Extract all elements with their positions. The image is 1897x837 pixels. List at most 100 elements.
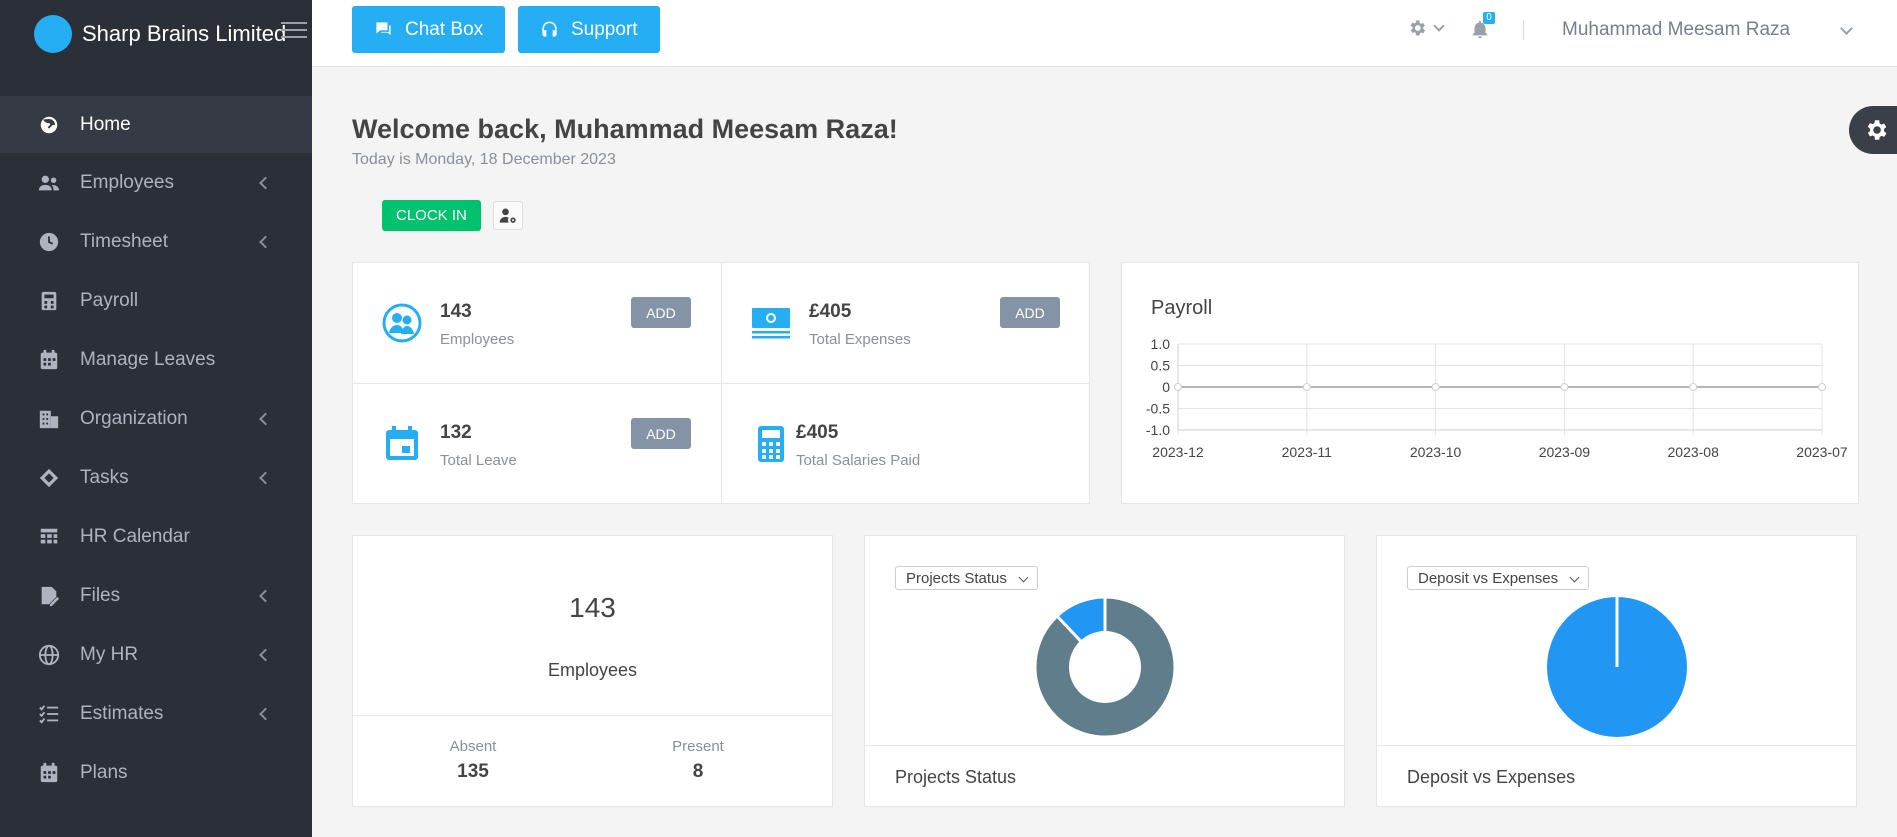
sidebar-item-my-hr[interactable]: My HR <box>0 625 312 684</box>
brand-name: Sharp Brains Limited <box>82 21 287 46</box>
chevron-left-icon <box>259 589 272 602</box>
brand[interactable]: Sharp Brains Limited <box>0 0 312 68</box>
absent-stat: Absent 135 <box>353 738 593 783</box>
chevron-down-icon <box>1433 20 1445 32</box>
projects-status-dropdown[interactable]: Projects Status <box>895 566 1038 590</box>
stat-value: £405 <box>809 301 852 322</box>
sidebar-item-label: Files <box>80 584 121 606</box>
support-button[interactable]: Support <box>518 6 660 53</box>
chevron-left-icon <box>259 235 272 248</box>
sidebar-item-timesheet[interactable]: Timesheet <box>0 212 312 271</box>
deposit-expenses-dropdown[interactable]: Deposit vs Expenses <box>1407 566 1590 590</box>
sidebar-item-employees[interactable]: Employees <box>0 153 312 212</box>
chevron-down-icon <box>1018 572 1029 583</box>
attendance-settings-button[interactable] <box>493 201 523 230</box>
dropdown-label: Projects Status <box>906 569 1007 587</box>
chevron-down-icon[interactable] <box>1840 22 1853 35</box>
money-icon <box>751 303 791 343</box>
absent-value: 135 <box>457 761 489 782</box>
chevron-left-icon <box>259 707 272 720</box>
y-tick-label: -1.0 <box>1146 422 1170 438</box>
headset-icon <box>542 21 557 37</box>
x-tick-label: 2023-09 <box>1539 444 1591 460</box>
speedometer-icon <box>38 114 60 136</box>
checklist-icon <box>38 703 60 725</box>
clock-in-button[interactable]: CLOCK IN <box>382 200 481 231</box>
card-footer-title: Projects Status <box>895 767 1017 787</box>
deposit-expenses-card: Deposit vs Expenses Deposit vs Expenses <box>1376 535 1857 807</box>
y-tick-label: 0.5 <box>1151 358 1171 374</box>
globe-icon <box>38 644 60 666</box>
stat-value: 143 <box>440 301 472 322</box>
present-label: Present <box>672 738 724 755</box>
sidebar-item-label: Estimates <box>80 702 164 724</box>
calendar-icon <box>38 349 60 371</box>
chevron-down-icon <box>1569 572 1580 583</box>
data-point <box>1818 383 1826 391</box>
chat-box-button[interactable]: Chat Box <box>352 6 506 53</box>
sidebar-item-payroll[interactable]: Payroll <box>0 271 312 330</box>
card-divider <box>353 715 832 716</box>
data-point <box>1431 383 1440 391</box>
card-divider <box>1377 745 1856 746</box>
stat-salaries: £405 Total Salaries Paid <box>721 383 1090 504</box>
sidebar-item-home[interactable]: Home <box>0 96 312 153</box>
sidebar-item-hr-calendar[interactable]: HR Calendar <box>0 507 312 566</box>
chevron-left-icon <box>259 176 272 189</box>
sidebar-item-estimates[interactable]: Estimates <box>0 684 312 743</box>
stat-value: 132 <box>440 422 472 443</box>
y-tick-label: 1.0 <box>1151 336 1171 352</box>
calculator-icon <box>751 424 791 464</box>
notification-badge: 0 <box>1483 12 1495 24</box>
employees-summary-card: 143 Employees Absent 135 Present 8 <box>352 535 833 807</box>
add-employee-button[interactable]: ADD <box>631 297 691 328</box>
donut-hole <box>1069 631 1141 703</box>
absent-label: Absent <box>449 738 497 755</box>
add-expense-button[interactable]: ADD <box>1000 297 1060 328</box>
sidebar-item-files[interactable]: Files <box>0 566 312 625</box>
users-icon <box>38 172 60 194</box>
stat-label: Total Expenses <box>809 331 911 348</box>
x-tick-label: 2023-12 <box>1152 444 1204 460</box>
sidebar-item-plans[interactable]: Plans <box>0 743 312 802</box>
card-divider <box>865 745 1344 746</box>
sidebar-item-label: Employees <box>80 171 174 193</box>
diamond-icon <box>38 467 60 489</box>
sidebar-item-organization[interactable]: Organization <box>0 389 312 448</box>
settings-dropdown[interactable] <box>1407 18 1445 38</box>
chevron-left-icon <box>259 648 272 661</box>
stats-card: 143 Employees ADD £405 Total Expenses AD… <box>352 262 1090 504</box>
chat-icon <box>376 22 391 36</box>
user-menu[interactable]: Muhammad Meesam Raza <box>1562 19 1790 41</box>
gear-icon <box>1410 20 1425 36</box>
employees-total: 143 <box>569 592 616 623</box>
stat-leave: 132 Total Leave ADD <box>353 383 722 504</box>
dropdown-label: Deposit vs Expenses <box>1418 569 1559 587</box>
calculator-icon <box>38 290 60 312</box>
deposit-pie-chart <box>1547 597 1687 737</box>
sidebar-item-tasks[interactable]: Tasks <box>0 448 312 507</box>
stat-label: Total Salaries Paid <box>796 452 921 469</box>
notifications-button[interactable]: 0 <box>1469 12 1495 45</box>
gear-icon <box>1867 120 1887 140</box>
sidebar-item-label: My HR <box>80 643 139 665</box>
hamburger-menu-icon[interactable] <box>281 22 307 42</box>
clock-icon <box>38 231 60 253</box>
page-title: Welcome back, Muhammad Meesam Raza! <box>352 114 898 144</box>
data-point <box>1560 383 1569 391</box>
sidebar-item-manage-leaves[interactable]: Manage Leaves <box>0 330 312 389</box>
calendar-icon <box>38 762 60 784</box>
add-leave-button[interactable]: ADD <box>631 418 691 449</box>
theme-settings-button[interactable] <box>1849 106 1897 154</box>
y-tick-label: -0.5 <box>1146 401 1170 417</box>
sidebar-item-label: Home <box>80 113 131 135</box>
stat-value: £405 <box>796 422 839 443</box>
stat-label: Total Leave <box>440 452 517 469</box>
calendar-icon <box>382 424 422 464</box>
y-tick-label: 0 <box>1162 379 1170 395</box>
data-point <box>1302 383 1311 391</box>
chat-box-label: Chat Box <box>405 18 484 40</box>
x-tick-label: 2023-07 <box>1796 444 1848 460</box>
chevron-left-icon <box>259 412 272 425</box>
present-value: 8 <box>692 761 704 782</box>
